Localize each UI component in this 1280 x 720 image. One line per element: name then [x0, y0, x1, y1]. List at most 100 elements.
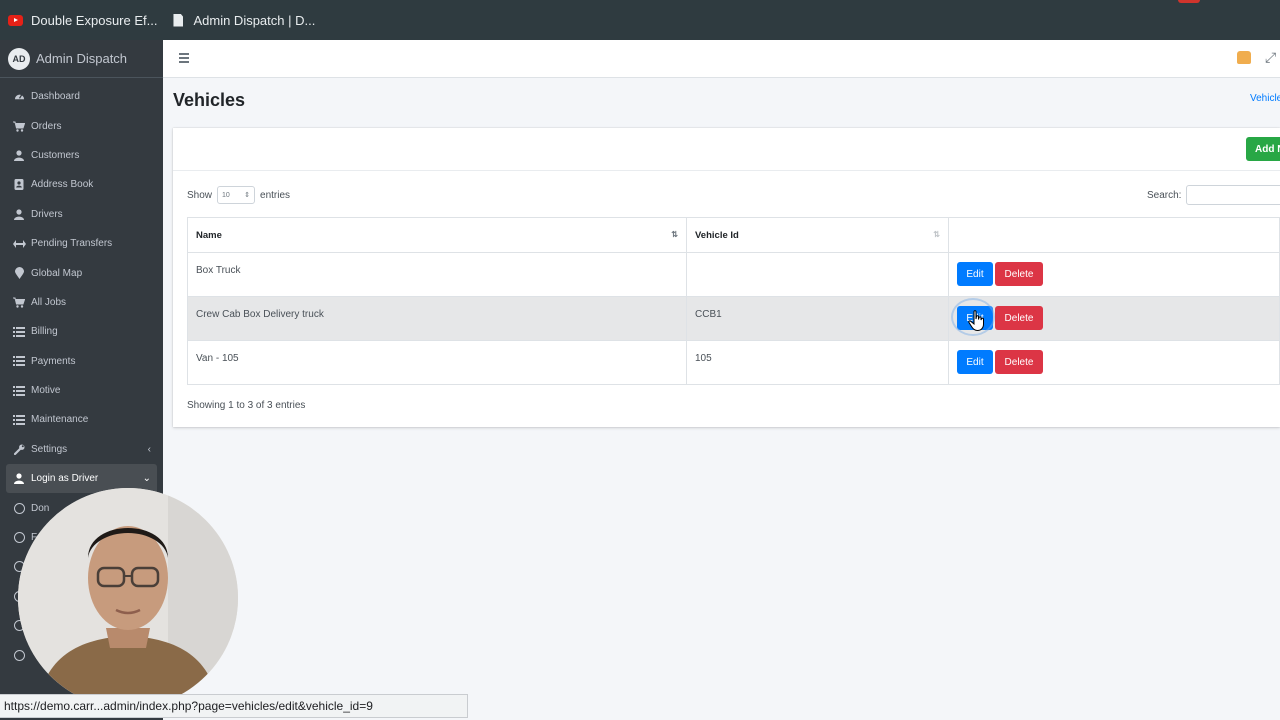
- youtube-icon: [8, 14, 23, 26]
- bookmark-label: Admin Dispatch | D...: [193, 12, 316, 28]
- sidebar-item-global-map[interactable]: Global Map: [0, 258, 163, 287]
- brand-name: Admin Dispatch: [36, 51, 128, 66]
- sidebar-item-orders[interactable]: Orders: [0, 111, 163, 140]
- user-icon: [12, 209, 26, 220]
- column-header-label: Name: [196, 229, 222, 241]
- sidebar-item-label: Customers: [31, 149, 80, 161]
- sidebar-item-motive[interactable]: Motive: [0, 376, 163, 405]
- entries-select[interactable]: 10 ⇕: [217, 186, 256, 204]
- sidebar-item-label: Don: [31, 502, 50, 514]
- edit-button[interactable]: Edit: [957, 350, 993, 374]
- circle-icon: [12, 649, 26, 661]
- sidebar-item-label: Settings: [31, 443, 68, 455]
- circle-icon: [12, 532, 26, 544]
- search-label: Search:: [1147, 189, 1182, 201]
- hand-cursor-icon: [968, 310, 984, 332]
- bookmark-label: Double Exposure Ef...: [31, 12, 158, 28]
- cell-name: Van - 105: [187, 340, 687, 385]
- add-new-button[interactable]: Add New: [1246, 137, 1280, 161]
- sidebar-item-all-jobs[interactable]: All Jobs: [0, 288, 163, 317]
- sidebar-item-label: Pending Transfers: [31, 238, 113, 250]
- user-icon: [12, 150, 26, 161]
- search-input[interactable]: [1186, 185, 1280, 205]
- edit-button[interactable]: Edit: [957, 262, 993, 286]
- sidebar-item-label: Motive: [31, 385, 61, 397]
- delete-button[interactable]: Delete: [995, 262, 1043, 286]
- sidebar-item-pending-transfers[interactable]: Pending Transfers: [0, 229, 163, 258]
- sidebar-item-maintenance[interactable]: Maintenance: [0, 405, 163, 434]
- sidebar-item-label: Dashboard: [31, 91, 80, 103]
- cell-actions: Edit Delete: [948, 296, 1280, 341]
- select-arrows-icon: ⇕: [244, 192, 251, 199]
- brand-logo: AD: [8, 47, 30, 70]
- sidebar-item-address-book[interactable]: Address Book: [0, 170, 163, 199]
- browser-bookmarks-bar: Double Exposure Ef... Admin Dispatch | D…: [0, 0, 1280, 40]
- address-book-icon: [12, 179, 26, 191]
- webcam-overlay: [18, 488, 238, 708]
- table-row: Box Truck Edit Delete: [187, 252, 1280, 297]
- table-row: Crew Cab Box Delivery truck CCB1 Edit De…: [187, 296, 1280, 341]
- dashboard-icon: [12, 91, 26, 102]
- list-icon: [12, 414, 26, 425]
- list-icon: [12, 326, 26, 337]
- sidebar-item-billing[interactable]: Billing: [0, 317, 163, 346]
- transfer-icon: [12, 239, 26, 248]
- list-icon: [12, 356, 26, 367]
- bookmark-youtube[interactable]: Double Exposure Ef...: [8, 13, 157, 28]
- top-navbar: ⤢: [163, 40, 1280, 78]
- sidebar-item-dashboard[interactable]: Dashboard: [0, 82, 163, 111]
- table-header-row: Name ⇅ Vehicle Id ⇅: [187, 217, 1280, 253]
- chevron-down-icon: ⌄: [142, 473, 151, 485]
- document-icon: [173, 13, 184, 27]
- notification-marker: [1178, 0, 1200, 3]
- sidebar-item-label: Login as Driver: [31, 473, 99, 485]
- wrench-icon: [12, 444, 26, 455]
- sidebar-item-label: Payments: [31, 355, 76, 367]
- user-icon: [12, 473, 26, 485]
- cell-vehicle-id: CCB1: [686, 296, 949, 341]
- brand-link[interactable]: AD Admin Dispatch: [0, 40, 163, 78]
- length-control: Show 10 ⇕ entries: [187, 186, 290, 204]
- sidebar-item-drivers[interactable]: Drivers: [0, 200, 163, 229]
- sidebar-item-payments[interactable]: Payments: [0, 347, 163, 376]
- column-header-label: Vehicle Id: [695, 229, 739, 241]
- card-header: Add New: [173, 128, 1280, 171]
- vehicles-card: Add New Show 10 ⇕ entries Search: Name ⇅…: [173, 128, 1280, 427]
- cell-actions: Edit Delete: [948, 252, 1280, 297]
- cart-icon: [12, 297, 26, 308]
- circle-icon: [12, 502, 26, 514]
- cell-actions: Edit Delete: [948, 340, 1280, 385]
- search-control: Search:: [1147, 185, 1280, 205]
- sidebar-item-label: Maintenance: [31, 414, 89, 426]
- sort-asc-icon: ⇅: [671, 230, 678, 239]
- cell-vehicle-id: 105: [686, 340, 949, 385]
- show-label: Show: [187, 189, 213, 201]
- cell-name: Crew Cab Box Delivery truck: [187, 296, 687, 341]
- browser-status-url: https://demo.carr...admin/index.php?page…: [0, 694, 468, 718]
- breadcrumb[interactable]: Vehicle: [1250, 93, 1280, 104]
- column-header-name[interactable]: Name ⇅: [187, 217, 687, 253]
- entries-select-value: 10: [222, 191, 230, 199]
- table-info: Showing 1 to 3 of 3 entries: [187, 400, 306, 411]
- menu-toggle-icon[interactable]: [179, 53, 189, 63]
- fullscreen-icon[interactable]: ⤢: [1265, 49, 1276, 66]
- column-header-actions: [948, 217, 1280, 253]
- cell-vehicle-id: [686, 252, 949, 297]
- column-header-vehicle-id[interactable]: Vehicle Id ⇅: [686, 217, 949, 253]
- sidebar-item-settings[interactable]: Settings ‹: [0, 435, 163, 464]
- presenter-image: [18, 488, 238, 708]
- delete-button[interactable]: Delete: [995, 350, 1043, 374]
- entries-label: entries: [260, 189, 291, 201]
- table-row: Van - 105 105 Edit Delete: [187, 340, 1280, 385]
- sidebar-item-label: Address Book: [31, 179, 94, 191]
- chevron-left-icon: ‹: [147, 443, 151, 455]
- delete-button[interactable]: Delete: [995, 306, 1043, 330]
- list-icon: [12, 385, 26, 396]
- notifications-icon[interactable]: [1237, 51, 1251, 64]
- vehicles-table: Name ⇅ Vehicle Id ⇅ Box Truck Edit Delet…: [187, 217, 1280, 385]
- sidebar-item-customers[interactable]: Customers: [0, 141, 163, 170]
- cart-icon: [12, 121, 26, 132]
- sidebar-item-label: Orders: [31, 120, 62, 132]
- bookmark-admin-dispatch[interactable]: Admin Dispatch | D...: [173, 13, 315, 28]
- page-title: Vehicles: [173, 90, 246, 110]
